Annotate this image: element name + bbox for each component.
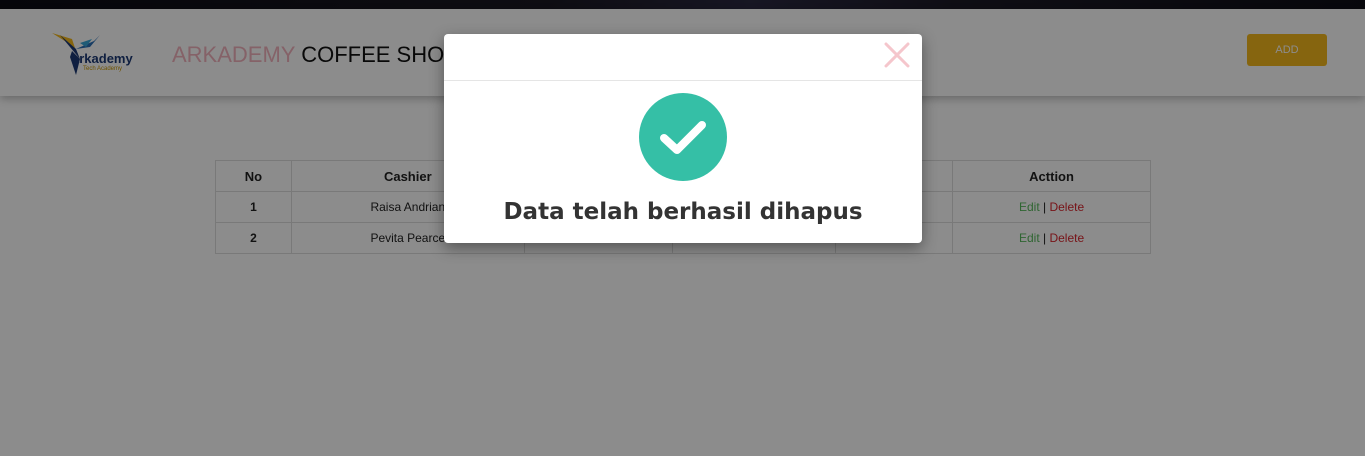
success-message: Data telah berhasil dihapus <box>503 199 863 225</box>
success-badge <box>639 93 727 181</box>
success-modal: Data telah berhasil dihapus <box>444 34 922 243</box>
close-icon[interactable] <box>882 40 912 70</box>
check-icon <box>660 121 706 154</box>
modal-header <box>444 34 922 81</box>
